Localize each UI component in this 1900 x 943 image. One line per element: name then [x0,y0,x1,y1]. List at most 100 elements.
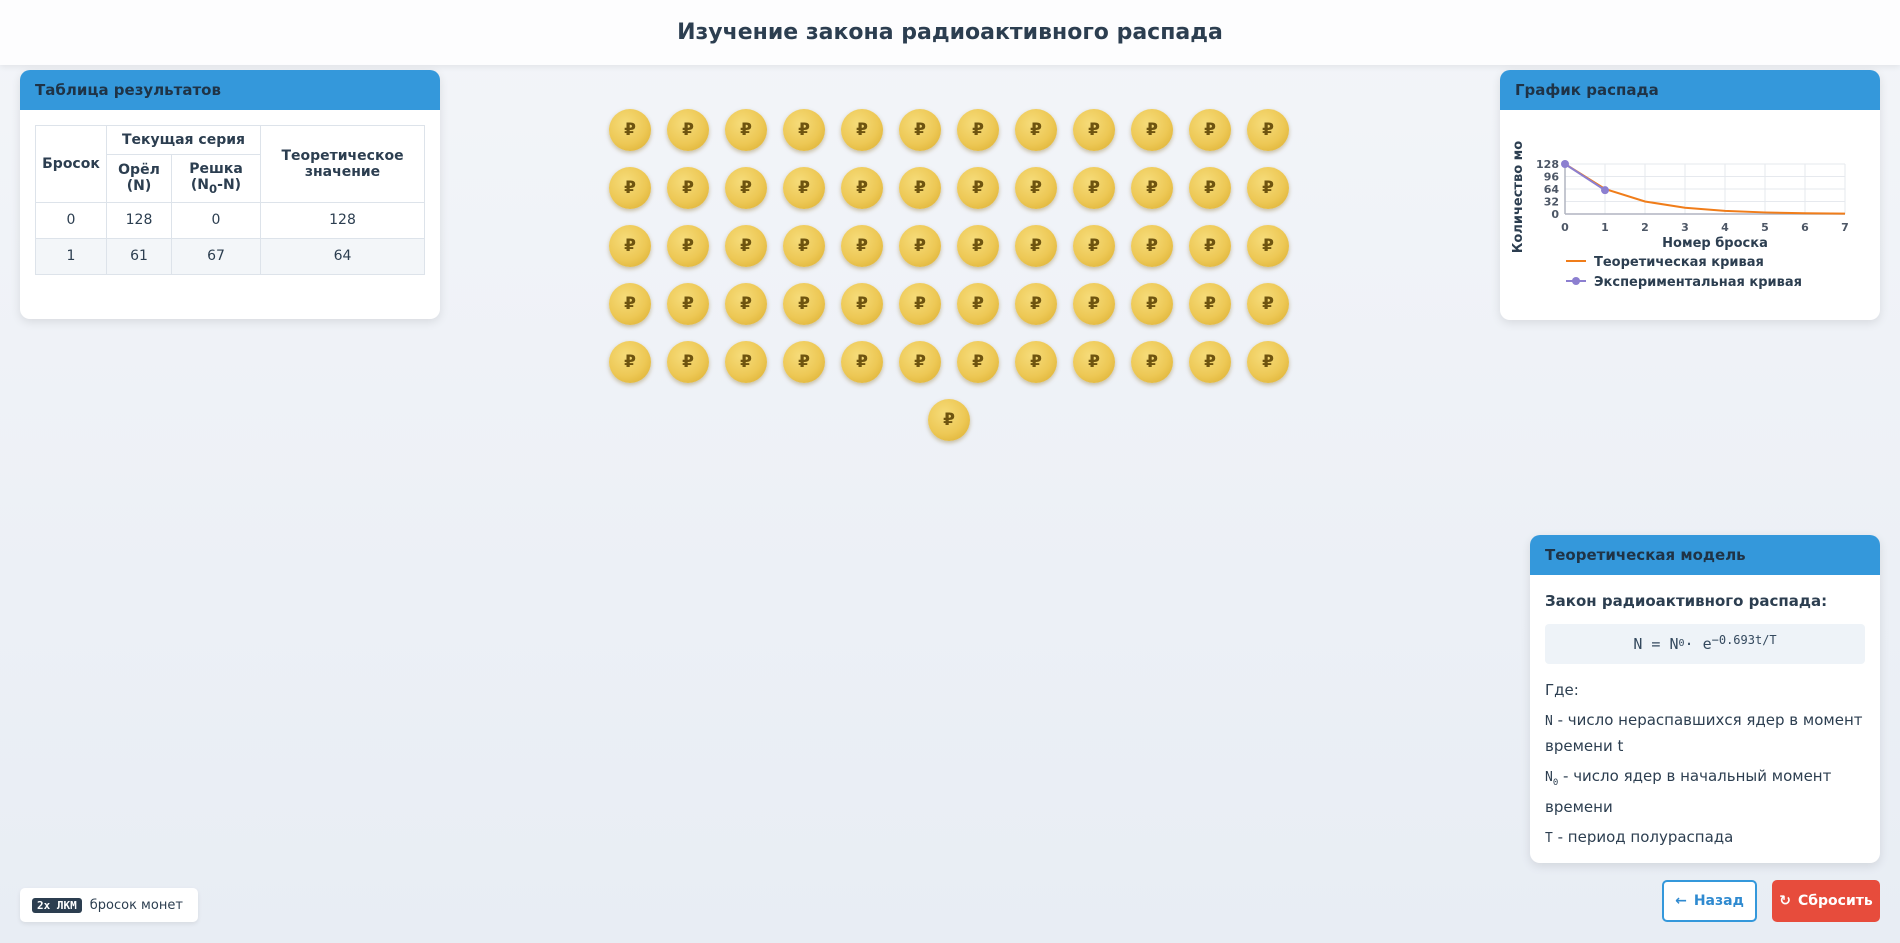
coin[interactable]: ₽ [1131,341,1173,383]
experimental-curve [1564,163,1606,192]
chart-panel-header: График распада [1500,70,1880,110]
coin[interactable]: ₽ [957,225,999,267]
top-bar: Изучение закона радиоактивного распада [0,0,1900,65]
coin[interactable]: ₽ [783,167,825,209]
y-tick-label: 64 [1544,183,1560,196]
coin[interactable]: ₽ [609,167,651,209]
cell-heads: 128 [106,201,172,239]
coin[interactable]: ₽ [783,341,825,383]
coin[interactable]: ₽ [841,167,883,209]
coin[interactable]: ₽ [899,167,941,209]
col-theory-header: Теоретическое значение [260,125,425,203]
coin[interactable]: ₽ [1073,109,1115,151]
arrow-left-icon: ← [1675,893,1687,909]
coin[interactable]: ₽ [1247,341,1289,383]
coin[interactable]: ₽ [928,399,970,441]
coin[interactable]: ₽ [725,225,767,267]
coin[interactable]: ₽ [1131,109,1173,151]
coin[interactable]: ₽ [1189,283,1231,325]
t-definition: T - период полураспада [1545,825,1865,851]
coin[interactable]: ₽ [783,225,825,267]
coin[interactable]: ₽ [1189,225,1231,267]
coin[interactable]: ₽ [667,341,709,383]
coin[interactable]: ₽ [609,283,651,325]
coin[interactable]: ₽ [783,109,825,151]
coin[interactable]: ₽ [1247,167,1289,209]
coin[interactable]: ₽ [1015,283,1057,325]
coin[interactable]: ₽ [609,109,651,151]
coin[interactable]: ₽ [899,225,941,267]
coin[interactable]: ₽ [899,283,941,325]
x-tick-label: 7 [1841,221,1849,234]
n0-description: - число ядер в начальный момент времени [1545,767,1832,816]
coin[interactable]: ₽ [957,341,999,383]
coin[interactable]: ₽ [1015,225,1057,267]
coin[interactable]: ₽ [1015,341,1057,383]
coin[interactable]: ₽ [1189,341,1231,383]
coin[interactable]: ₽ [1131,167,1173,209]
coin[interactable]: ₽ [1073,341,1115,383]
coin[interactable]: ₽ [1189,167,1231,209]
cell-tails: 67 [171,237,261,275]
coin[interactable]: ₽ [1015,167,1057,209]
coin[interactable]: ₽ [1247,283,1289,325]
x-tick-label: 4 [1721,221,1729,234]
law-title: Закон радиоактивного распада: [1545,592,1828,610]
col-tails-end: -N) [217,177,242,193]
back-button-label: Назад [1693,893,1744,909]
coin[interactable]: ₽ [841,283,883,325]
coin[interactable]: ₽ [1189,109,1231,151]
coin[interactable]: ₽ [1247,225,1289,267]
table-row: 0 128 0 128 [35,201,425,239]
decay-formula: N = N0 · e −0.693t/T [1545,624,1865,664]
coin[interactable]: ₽ [841,225,883,267]
coin[interactable]: ₽ [725,109,767,151]
coin[interactable]: ₽ [609,341,651,383]
results-panel-header: Таблица результатов [20,70,440,110]
y-tick-label: 96 [1544,171,1560,184]
x-tick-label: 0 [1561,221,1569,234]
coin[interactable]: ₽ [841,109,883,151]
page-title: Изучение закона радиоактивного распада [677,20,1223,45]
coin[interactable]: ₽ [899,341,941,383]
coin[interactable]: ₽ [1131,225,1173,267]
y-tick-label: 32 [1544,196,1559,209]
coin[interactable]: ₽ [1247,109,1289,151]
n-symbol: N [1545,714,1553,729]
y-tick-label: 0 [1551,208,1559,221]
coin[interactable]: ₽ [783,283,825,325]
coin[interactable]: ₽ [667,167,709,209]
formula-part: · e [1684,635,1712,653]
col-series-header: Текущая серия [106,125,261,155]
formula-part: N = N [1633,635,1679,653]
y-tick-label: 128 [1536,158,1559,171]
coin[interactable]: ₽ [1015,109,1057,151]
back-button[interactable]: ← Назад [1662,880,1757,922]
coin[interactable]: ₽ [957,283,999,325]
coin[interactable]: ₽ [899,109,941,151]
coin[interactable]: ₽ [667,109,709,151]
coin[interactable]: ₽ [841,341,883,383]
col-tails-n: (N [190,177,210,193]
col-throw-header: Бросок [35,125,107,203]
coin[interactable]: ₽ [1131,283,1173,325]
x-tick-label: 5 [1761,221,1769,234]
table-row: 1 61 67 64 [35,237,425,275]
coin[interactable]: ₽ [957,109,999,151]
coin[interactable]: ₽ [609,225,651,267]
reset-button-label: Сбросить [1797,893,1873,909]
coin[interactable]: ₽ [957,167,999,209]
legend-label: Теоретическая кривая [1594,255,1764,270]
coin[interactable]: ₽ [1073,225,1115,267]
coin[interactable]: ₽ [667,283,709,325]
reset-button[interactable]: ↻ Сбросить [1772,880,1880,922]
x-tick-label: 3 [1681,221,1689,234]
experimental-point [1561,160,1569,168]
coin[interactable]: ₽ [1073,283,1115,325]
coin[interactable]: ₽ [725,167,767,209]
coin[interactable]: ₽ [725,283,767,325]
cell-throw: 0 [35,201,107,239]
coin[interactable]: ₽ [667,225,709,267]
coin[interactable]: ₽ [725,341,767,383]
coin[interactable]: ₽ [1073,167,1115,209]
